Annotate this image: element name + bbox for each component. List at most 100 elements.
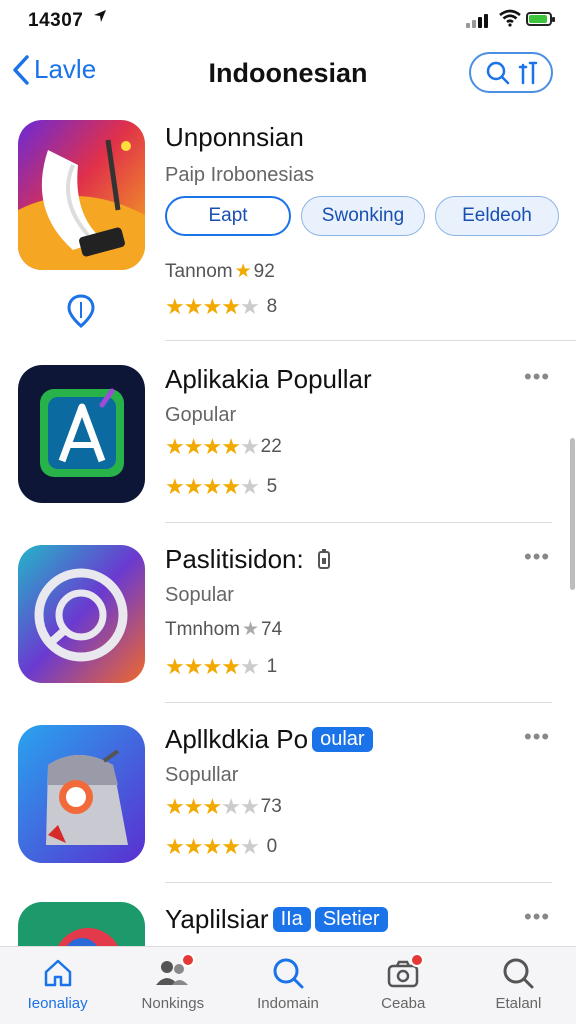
more-options-button[interactable]: ••• xyxy=(524,904,550,930)
app-title: Aplikakia Popullar xyxy=(165,364,372,394)
tab-label: Nonkings xyxy=(141,995,205,1012)
star-filled-icon: ★ xyxy=(221,294,241,319)
star-empty-icon: ★ xyxy=(239,434,260,459)
star-filled-icon: ★ xyxy=(183,434,204,459)
app-icon-unponnsian xyxy=(18,120,145,270)
star-filled-icon: ★ xyxy=(221,474,241,499)
search-icon xyxy=(273,958,304,989)
app-icon-yaplilsiar xyxy=(18,902,145,946)
nav-actions-group xyxy=(469,52,553,93)
star-filled-icon: ★ xyxy=(202,434,222,459)
star-empty-icon: ★ xyxy=(239,654,260,679)
app-title: Unponnsian xyxy=(165,122,304,152)
location-pin-icon xyxy=(67,294,95,333)
more-options-button[interactable]: ••• xyxy=(524,544,550,570)
star-empty-icon: ★ xyxy=(221,794,241,819)
star-filled-icon: ★ xyxy=(202,834,222,859)
app-title: Yaplilsiar IIa Sletier xyxy=(165,904,388,935)
star-filled-icon: ★ xyxy=(221,834,241,859)
more-options-button[interactable]: ••• xyxy=(524,364,550,390)
divider xyxy=(165,702,552,703)
tab-label: Ceaba xyxy=(381,995,426,1012)
app-subtitle: Paip Irobonesias xyxy=(165,164,314,186)
list-item[interactable]: Aplikakia Popullar ••• Gopular ★★★★★ 22 … xyxy=(0,360,576,530)
app-title: Paslitisidon: xyxy=(165,544,331,577)
rating-stars: ★★★★★ xyxy=(165,834,260,860)
search-icon[interactable] xyxy=(485,60,511,86)
rating-count: 1 xyxy=(266,656,278,677)
star-filled-icon: ★ xyxy=(165,794,185,819)
app-meta: Tannom ★ 92 xyxy=(165,260,275,283)
star-filled-icon: ★ xyxy=(202,474,222,499)
star-filled-icon: ★ xyxy=(165,294,185,319)
app-title-text: Paslitisidon: xyxy=(165,544,304,574)
app-meta: Tmnhom ★ 74 xyxy=(165,618,282,641)
back-button[interactable]: Lavle xyxy=(12,54,96,85)
star-filled-icon: ★ xyxy=(183,294,204,319)
divider xyxy=(165,522,552,523)
star-filled-icon: ★ xyxy=(202,794,222,819)
tab-label: Etalanl xyxy=(495,995,542,1012)
chevron-left-icon xyxy=(13,54,29,85)
rating: ★★★★★ 0 xyxy=(165,834,277,860)
list-item[interactable]: Apllkdkia Po oular ••• Sopullar ★★★★★ 73 … xyxy=(0,720,576,890)
filter-icon[interactable] xyxy=(518,61,538,85)
tab-ceaba[interactable]: Ceaba xyxy=(346,947,461,1024)
meta-rating: ★★★★★ 73 xyxy=(165,794,282,820)
app-list: Unponnsian Paip Irobonesias Eapt Swonkin… xyxy=(0,110,576,946)
status-bar: 14307 xyxy=(0,0,576,40)
app-title: Apllkdkia Po oular xyxy=(165,724,373,755)
meta-value: 74 xyxy=(261,618,283,640)
app-subtitle: Gopular xyxy=(165,404,237,426)
more-options-button[interactable]: ••• xyxy=(524,724,550,750)
app-subtitle: Sopullar xyxy=(165,764,239,786)
tab-nonkings[interactable]: Nonkings xyxy=(115,947,230,1024)
location-arrow-icon xyxy=(93,9,107,28)
eeldeoh-button[interactable]: Eeldeoh xyxy=(435,196,559,236)
battery-small-icon xyxy=(317,546,331,577)
swonking-button[interactable]: Swonking xyxy=(301,196,425,236)
divider xyxy=(165,882,552,883)
star-filled-icon: ★ xyxy=(165,434,185,459)
badge-1: IIa xyxy=(272,907,311,932)
tab-etalanl[interactable]: Etalanl xyxy=(461,947,576,1024)
rating-stars: ★★★★★ xyxy=(165,654,260,680)
meta-value: 22 xyxy=(260,436,282,457)
list-item[interactable]: Paslitisidon: ••• Sopular Tmnhom ★ 74 ★★… xyxy=(0,540,576,710)
meta-label: Tmnhom xyxy=(165,618,240,640)
app-icon-apllkdkia xyxy=(18,725,145,863)
back-label: Lavle xyxy=(34,54,97,84)
rating-count: 0 xyxy=(266,836,278,857)
notification-badge xyxy=(181,953,196,967)
star-filled-icon: ★ xyxy=(183,654,204,679)
badge-2: Sletier xyxy=(314,907,388,932)
tab-indomain[interactable]: Indomain xyxy=(230,947,345,1024)
rating-stars: ★★★★★ xyxy=(165,294,260,320)
star-filled-icon: ★ xyxy=(202,294,222,319)
rating: ★★★★★ 8 xyxy=(165,294,277,320)
star-filled-icon: ★ xyxy=(165,474,185,499)
meta-label: Tannom xyxy=(165,260,233,282)
navigation-bar: Lavle Indoonesian xyxy=(0,44,576,106)
meta-rating-stars: ★★★★★ xyxy=(165,794,260,820)
home-icon xyxy=(44,959,71,987)
eapt-button[interactable]: Eapt xyxy=(165,196,291,236)
star-filled-icon: ★ xyxy=(165,654,185,679)
tab-label: Indomain xyxy=(257,995,319,1012)
scrollbar[interactable] xyxy=(570,438,575,590)
star-empty-icon: ★ xyxy=(239,474,260,499)
tab-bar: Ieonaliay Nonkings Indomain Ceaba Etalan… xyxy=(0,946,576,1024)
list-item[interactable]: Unponnsian Paip Irobonesias Eapt Swonkin… xyxy=(0,118,576,348)
app-title-text: Yaplilsiar xyxy=(165,904,269,934)
battery-icon xyxy=(526,12,555,26)
app-icon-paslitisidon xyxy=(18,545,145,683)
star-icon: ★ xyxy=(234,261,252,282)
tab-home[interactable]: Ieonaliay xyxy=(0,947,115,1024)
app-subtitle: Sopular xyxy=(165,584,234,606)
list-item[interactable]: Yaplilsiar IIa Sletier ••• xyxy=(0,900,576,946)
search-icon xyxy=(503,958,534,989)
popular-badge: oular xyxy=(312,727,373,752)
notification-badge xyxy=(409,953,424,967)
action-chips: Eapt Swonking Eeldeoh xyxy=(165,196,559,236)
rating-stars: ★★★★★ xyxy=(165,474,260,500)
